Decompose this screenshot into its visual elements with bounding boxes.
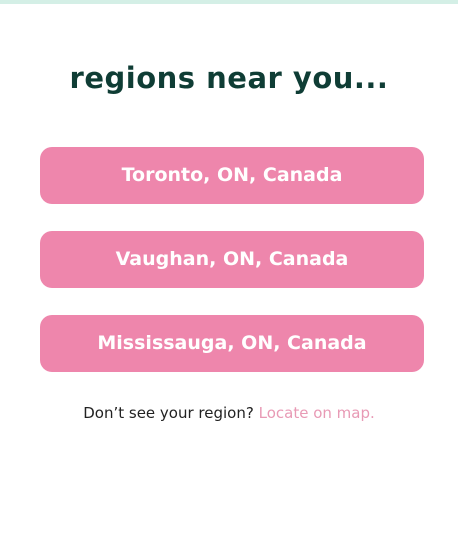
region-button-mississauga[interactable]: Mississauga, ON, Canada: [40, 315, 424, 372]
region-list: Toronto, ON, Canada Vaughan, ON, Canada …: [40, 147, 424, 399]
top-accent-strip: [0, 0, 458, 4]
region-button-toronto[interactable]: Toronto, ON, Canada: [40, 147, 424, 204]
page-title: regions near you...: [69, 61, 389, 95]
region-help-text: Don’t see your region? Locate on map.: [0, 402, 458, 424]
locate-on-map-link[interactable]: Locate on map.: [259, 404, 375, 422]
region-button-vaughan[interactable]: Vaughan, ON, Canada: [40, 231, 424, 288]
region-help-prompt: Don’t see your region?: [83, 404, 254, 422]
